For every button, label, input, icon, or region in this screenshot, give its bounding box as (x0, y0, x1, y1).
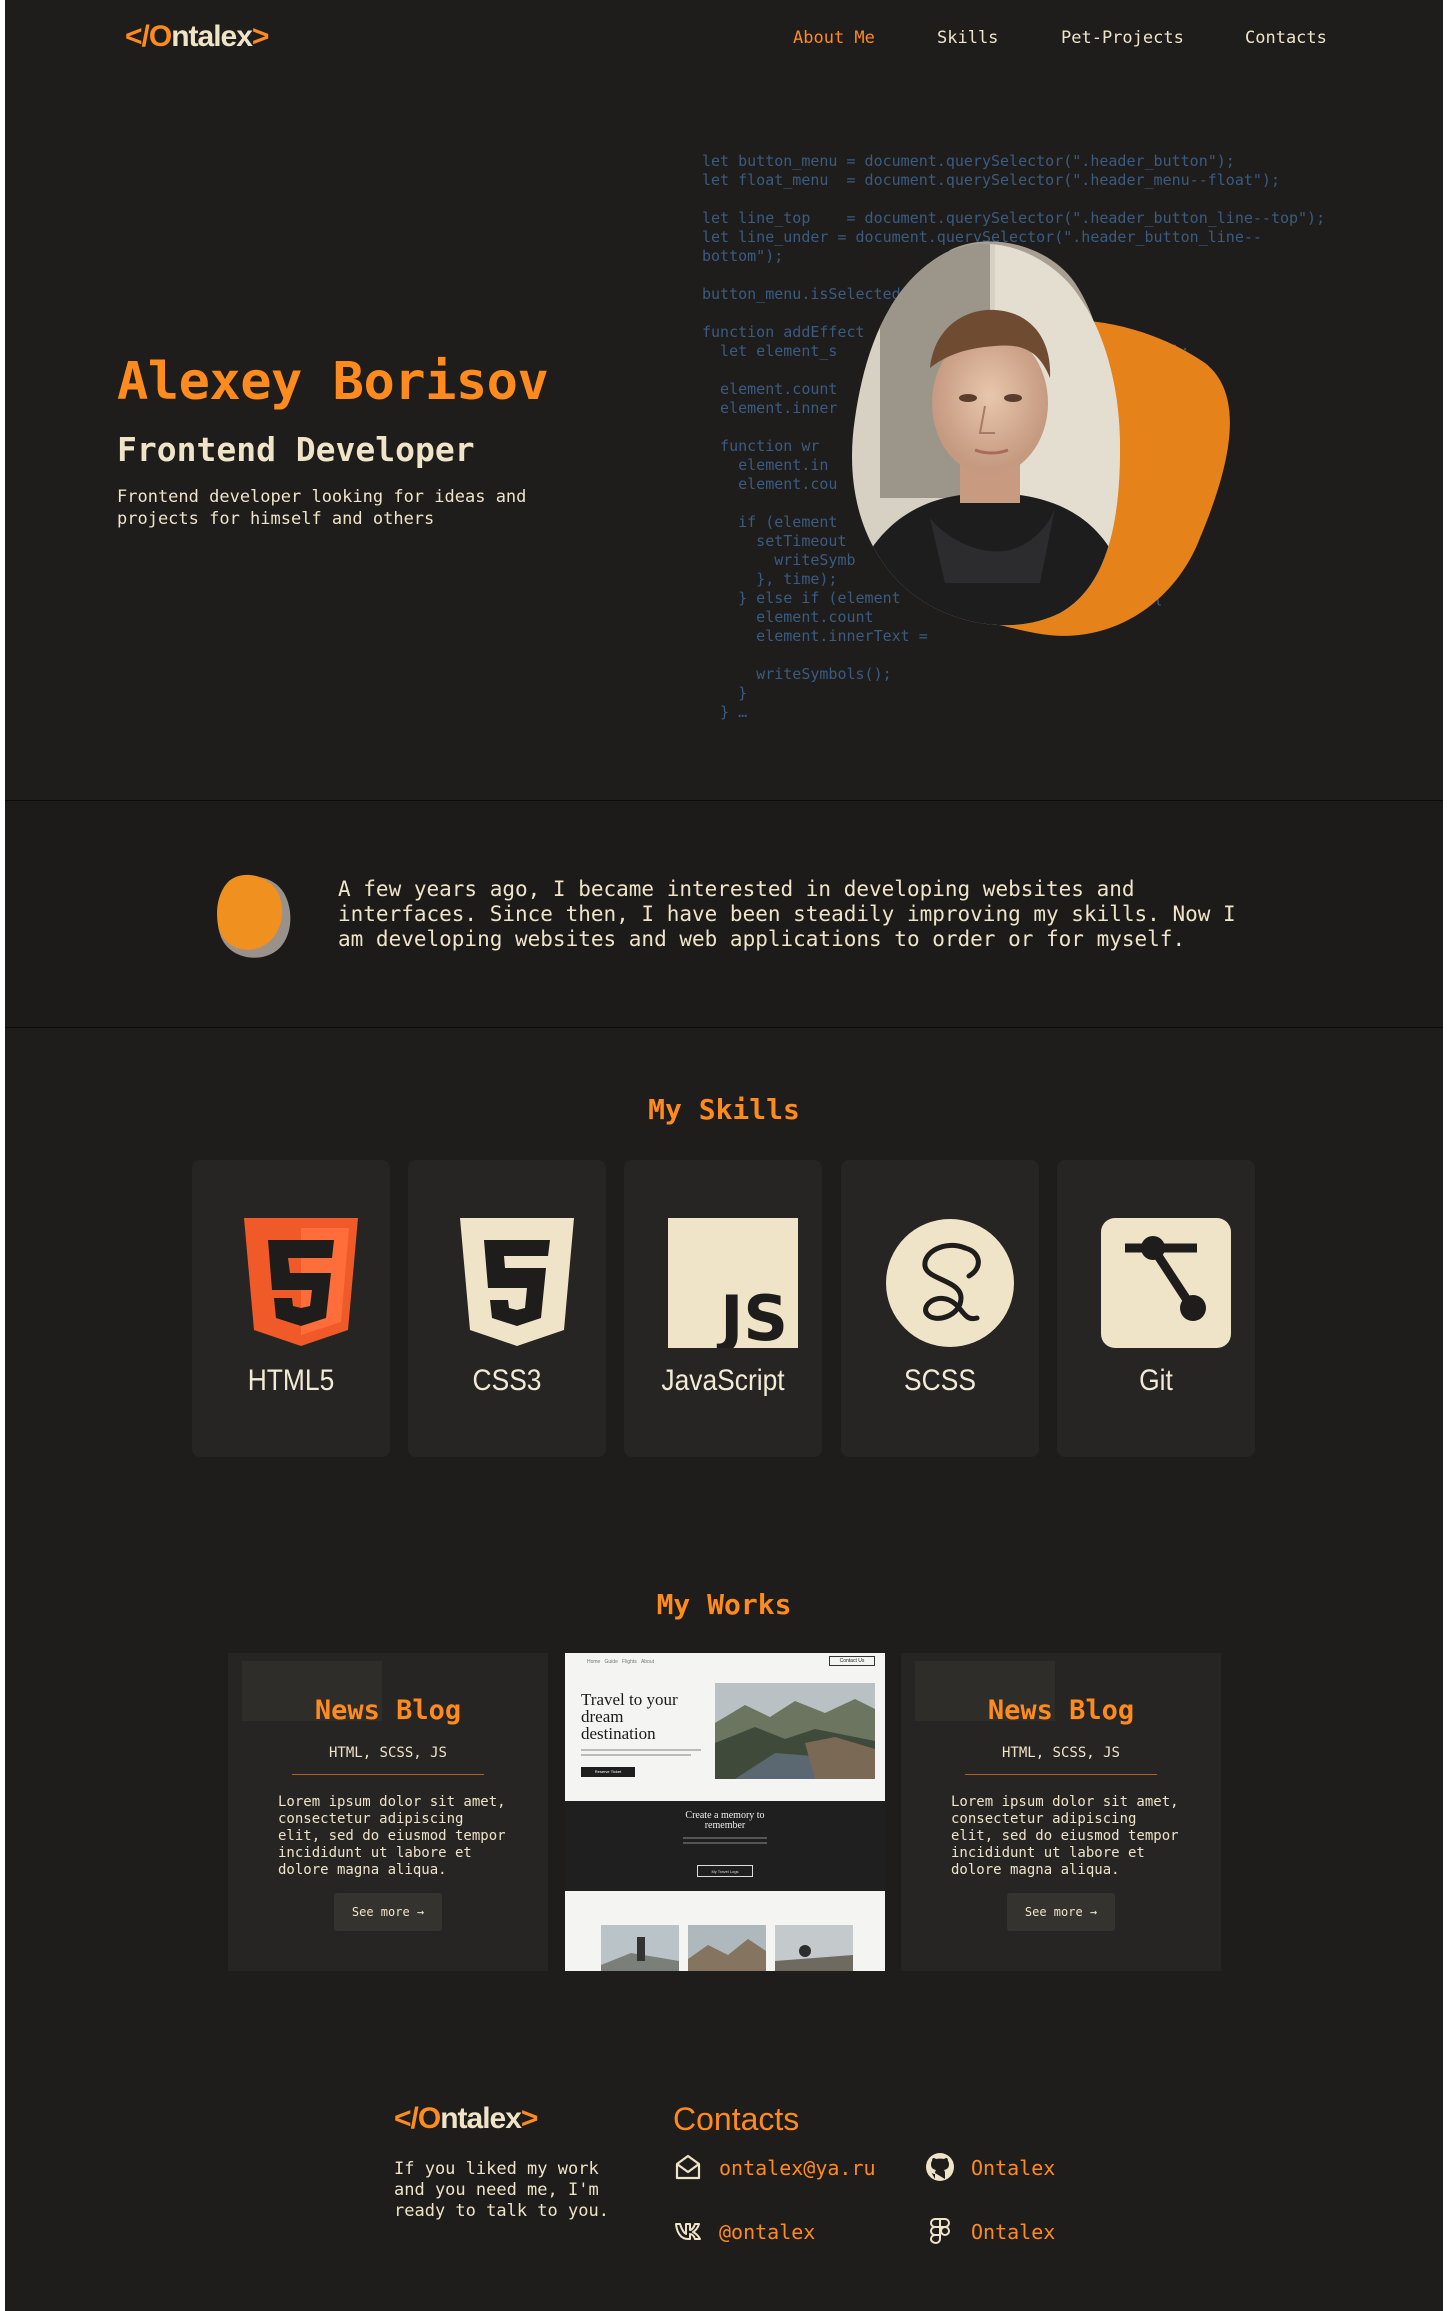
see-more-button[interactable]: See more → (334, 1893, 442, 1931)
preview-nav-item: Home (587, 1659, 601, 1665)
skill-card-javascript: JS JavaScript (624, 1160, 822, 1457)
skill-card-scss: SCSS (841, 1160, 1039, 1457)
preview-hero: Home Guide Flights About Contact Us Trav… (565, 1653, 885, 1801)
preview-nav: Home Guide Flights About (587, 1659, 654, 1665)
work-title: News Blog (314, 1695, 462, 1726)
sass-icon (886, 1219, 1014, 1347)
divider (965, 1774, 1157, 1775)
preview-photo (688, 1925, 766, 1971)
skill-label: SCSS (904, 1364, 976, 1397)
work-card-news-blog: News Blog HTML, SCSS, JS Lorem ipsum dol… (228, 1653, 548, 1971)
footer-text: If you liked my work and you need me, I'… (394, 2159, 609, 2221)
contact-label: ontalex@ya.ru (719, 2156, 876, 2180)
logo-bracket-open: </ (125, 20, 150, 53)
css3-icon (460, 1218, 574, 1346)
header-logo[interactable]: </Ontalex> (125, 20, 270, 54)
skill-card-html5: HTML5 (192, 1160, 390, 1457)
logo-text: ntalex (440, 2102, 522, 2135)
logo-bracket-open: </ (394, 2102, 419, 2135)
hero-name: Alexey Borisov (117, 352, 549, 412)
work-description: Lorem ipsum dolor sit amet, consectetur … (951, 1794, 1179, 1878)
logo-letter-o: O (417, 2102, 441, 2135)
logo-letter-o: O (148, 20, 172, 53)
work-preview-travel[interactable]: Home Guide Flights About Contact Us Trav… (565, 1653, 885, 1971)
nav-pet-projects[interactable]: Pet-Projects (1061, 28, 1184, 48)
preview-nav-item: About (640, 1659, 655, 1665)
skills-title: My Skills (648, 1093, 800, 1126)
preview-text-line (581, 1749, 701, 1751)
skill-card-css3: CSS3 (408, 1160, 606, 1457)
preview-dark-section: Create a memory to remember My Travel Lo… (565, 1801, 885, 1891)
page: </Ontalex> About Me Skills Pet-Projects … (5, 0, 1443, 2311)
preview-text-line (683, 1842, 767, 1844)
logo-text: ntalex (171, 20, 253, 53)
skill-card-git: Git (1057, 1160, 1255, 1457)
about-text: A few years ago, I became interested in … (338, 877, 1236, 951)
mail-icon (675, 2154, 701, 2180)
github-icon (926, 2153, 954, 2181)
nav-skills[interactable]: Skills (937, 28, 998, 48)
logo-bracket-close: > (520, 2102, 539, 2135)
work-card-news-blog: News Blog HTML, SCSS, JS Lorem ipsum dol… (901, 1653, 1221, 1971)
vk-icon (675, 2223, 701, 2240)
preview-reserve-button: Reserve Ticket (581, 1767, 635, 1777)
contact-label: Ontalex (971, 2220, 1056, 2244)
footer-logo[interactable]: </Ontalex> (394, 2102, 539, 2136)
figma-icon (929, 2218, 951, 2245)
html5-icon (244, 1218, 358, 1346)
nav-contacts[interactable]: Contacts (1245, 28, 1327, 48)
about-section: A few years ago, I became interested in … (5, 800, 1443, 1028)
contact-label: Ontalex (971, 2156, 1056, 2180)
skill-label: JavaScript (661, 1364, 785, 1397)
work-tech: HTML, SCSS, JS (1001, 1745, 1120, 1761)
hero-role: Frontend Developer (117, 430, 475, 469)
contacts-title: Contacts (673, 2101, 800, 2137)
javascript-icon: JS (668, 1218, 798, 1348)
preview-gallery (565, 1891, 885, 1971)
work-description: Lorem ipsum dolor sit amet, consectetur … (278, 1794, 506, 1878)
divider (292, 1774, 484, 1775)
svg-text:JS: JS (716, 1282, 788, 1348)
preview-text-line (683, 1837, 767, 1839)
see-more-button[interactable]: See more → (1007, 1893, 1115, 1931)
work-title: News Blog (987, 1695, 1135, 1726)
works-title: My Works (656, 1588, 792, 1621)
contact-label: @ontalex (719, 2220, 816, 2244)
logo-bracket-close: > (251, 20, 270, 53)
nav-about-me[interactable]: About Me (793, 28, 875, 48)
preview-nav-item: Guide (604, 1659, 618, 1665)
preview-headline: Travel to your dream destination (581, 1690, 678, 1743)
skill-label: Git (1139, 1364, 1173, 1397)
decorative-blob-icon (217, 874, 291, 958)
preview-text-line (581, 1754, 691, 1756)
work-tech: HTML, SCSS, JS (328, 1745, 447, 1761)
preview-nav-item: Flights (622, 1659, 637, 1665)
preview-contact-button: Contact Us (829, 1656, 875, 1666)
hero-description: Frontend developer looking for ideas and… (117, 487, 527, 529)
preview-landscape-image (715, 1683, 875, 1779)
skill-label: CSS3 (472, 1364, 542, 1397)
preview-photo (775, 1925, 853, 1971)
git-icon (1101, 1218, 1231, 1348)
preview-logs-button: My Travel Logs (697, 1865, 753, 1877)
preview-photo (601, 1925, 679, 1971)
profile-photo (852, 241, 1230, 636)
preview-section-title: Create a memory to remember (685, 1810, 765, 1831)
skill-label: HTML5 (247, 1364, 335, 1397)
